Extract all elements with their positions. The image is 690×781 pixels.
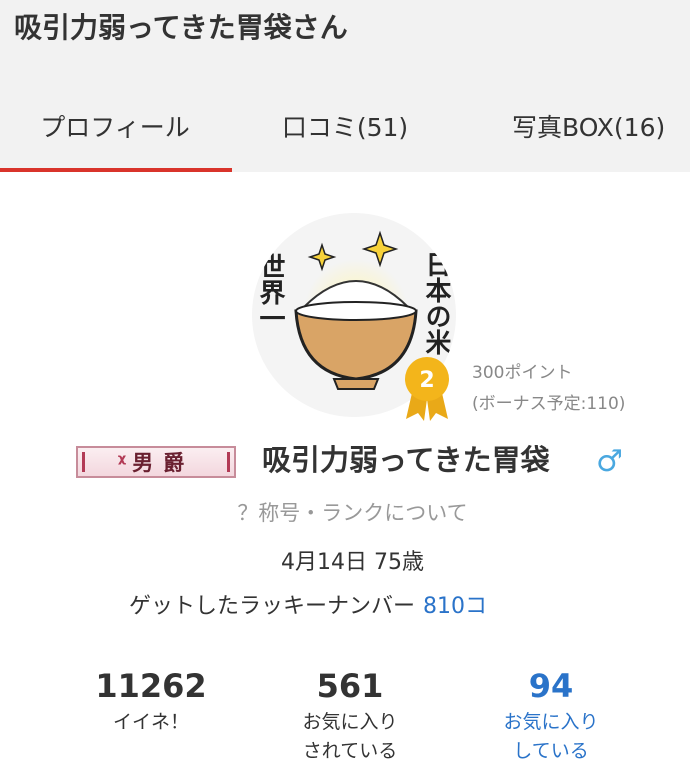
stat-favorited-by-value: 561 <box>316 667 384 705</box>
lucky-number: ゲットしたラッキーナンバー 810コ <box>129 588 487 626</box>
page-title: 吸引力弱ってきた胃袋さん <box>14 11 348 44</box>
rank-number: 2 <box>419 368 434 393</box>
tab-profile[interactable]: プロフィール <box>0 80 230 172</box>
lucky-number-link[interactable]: 810コ <box>423 594 487 619</box>
stat-favoriting-label[interactable]: お気に入り している <box>461 708 641 766</box>
username: 吸引力弱ってきた胃袋 <box>262 443 550 477</box>
tab-bar: プロフィール 口コミ(51) 写真BOX(16) <box>0 80 690 172</box>
tab-photo-box[interactable]: 写真BOX(16) <box>460 80 690 172</box>
stat-favorited-by: 561 お気に入り されている <box>260 664 440 766</box>
stat-favoriting-value[interactable]: 94 <box>461 664 641 708</box>
male-icon: ♂ <box>596 444 623 479</box>
lucky-number-label: ゲットしたラッキーナンバー <box>129 594 416 619</box>
active-tab-indicator <box>0 168 232 172</box>
rank-badge: 2 <box>398 355 456 423</box>
points-info: 300ポイント (ボーナス予定:110) <box>472 358 625 420</box>
avatar-text-right: 日本の米 <box>421 251 451 355</box>
title-badge-text: 男爵 <box>132 451 195 475</box>
avatar-text-left: 世界一 <box>255 253 285 331</box>
stat-favoriting[interactable]: 94 お気に入り している <box>461 664 641 766</box>
stat-likes-value: 11262 <box>95 667 207 705</box>
rank-info-link[interactable]: ？称号・ランクについて <box>0 496 690 530</box>
profile-header: 吸引力弱ってきた胃袋さん プロフィール 口コミ(51) 写真BOX(16) <box>0 0 690 172</box>
points-value: 300ポイント <box>472 363 573 383</box>
sparkle-icon <box>361 230 399 268</box>
stat-favorited-by-label: お気に入り されている <box>302 711 398 762</box>
stat-likes-label: イイネ！ <box>112 711 189 733</box>
birthday-age: 4月14日 75歳 <box>281 550 424 575</box>
title-badge: ᵡ 男爵 <box>76 446 236 478</box>
stat-likes: 11262 イイネ！ <box>61 664 241 737</box>
tab-reviews[interactable]: 口コミ(51) <box>230 80 460 172</box>
title-badge-mark: ᵡ <box>117 450 127 474</box>
bonus-points: (ボーナス予定:110) <box>472 394 626 414</box>
